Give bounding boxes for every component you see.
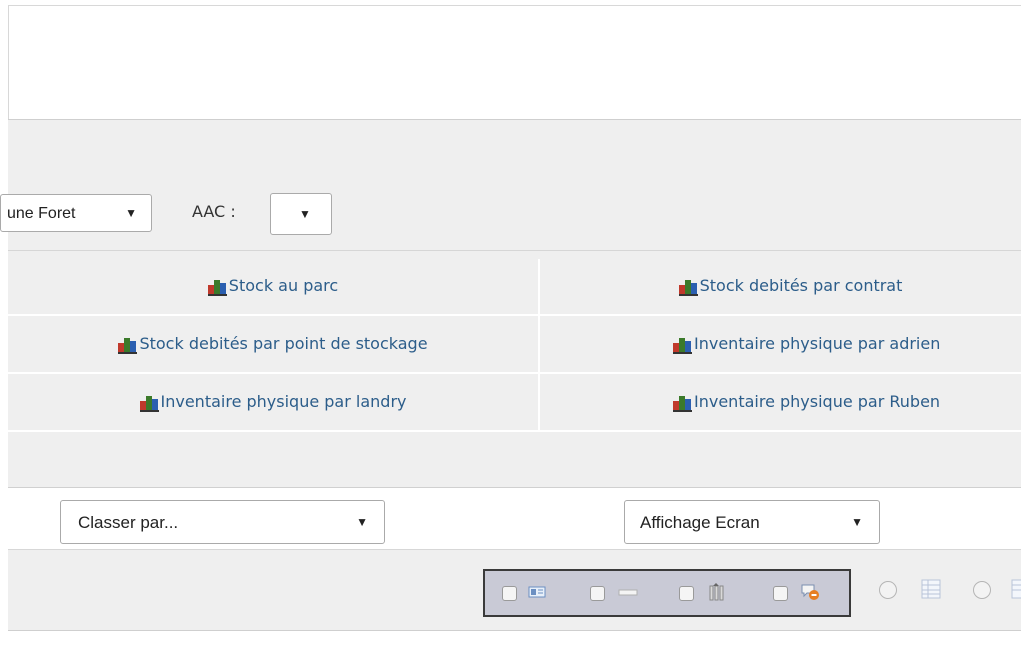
- report-link[interactable]: Stock debités par point de stockage: [118, 334, 428, 354]
- chevron-down-icon: ▼: [356, 515, 368, 529]
- bar-chart-icon: [673, 337, 693, 354]
- id-card-icon: [528, 586, 546, 598]
- bottom-strip: [8, 636, 1021, 653]
- report-link[interactable]: Inventaire physique par landry: [139, 392, 407, 412]
- columns-icon: [709, 583, 724, 601]
- report-stock-debites-contrat[interactable]: Stock debités par contrat: [540, 257, 1021, 314]
- page: une Foret ▼ AAC : ▼ Stock au parc Stock …: [0, 0, 1021, 653]
- affichage-value: Affichage Ecran: [640, 513, 760, 532]
- report-stock-au-parc[interactable]: Stock au parc: [8, 257, 538, 314]
- report-label: Inventaire physique par landry: [160, 392, 407, 411]
- bar-chart-icon: [139, 395, 160, 412]
- bar-chart-icon: [207, 279, 228, 296]
- report-label: Stock debités par contrat: [699, 276, 903, 295]
- classer-par-select[interactable]: Classer par... ▼: [60, 500, 385, 544]
- checkbox[interactable]: [679, 586, 694, 601]
- report-inventaire-adrien[interactable]: Inventaire physique par adrien: [540, 315, 1021, 372]
- bar-chart-icon: [118, 337, 138, 354]
- report-label: Inventaire physique par adrien: [694, 334, 941, 353]
- radio-option[interactable]: [879, 581, 897, 599]
- chat-stop-icon: [801, 584, 819, 600]
- filters-row: [8, 120, 1021, 251]
- affichage-select[interactable]: Affichage Ecran ▼: [624, 500, 880, 544]
- classer-par-value: Classer par...: [78, 513, 179, 532]
- report-label: Inventaire physique par Ruben: [694, 392, 941, 411]
- table-icon: [1011, 579, 1021, 599]
- report-stock-debites-point[interactable]: Stock debités par point de stockage: [8, 315, 538, 372]
- chevron-down-icon: ▼: [125, 206, 137, 220]
- chevron-down-icon: ▼: [299, 207, 311, 221]
- report-label: Stock au parc: [228, 276, 339, 295]
- table-icon: [921, 579, 941, 599]
- radio-option[interactable]: [973, 581, 991, 599]
- bar-chart-icon: [673, 395, 693, 412]
- report-label: Stock debités par point de stockage: [139, 334, 428, 353]
- report-link[interactable]: Stock debités par contrat: [678, 276, 903, 296]
- checkbox[interactable]: [502, 586, 517, 601]
- foret-select[interactable]: une Foret ▼: [0, 194, 152, 232]
- checkbox[interactable]: [773, 586, 788, 601]
- bar-icon: [618, 589, 638, 596]
- report-link[interactable]: Inventaire physique par Ruben: [673, 392, 941, 412]
- column-toolbar: [483, 569, 851, 617]
- bar-chart-icon: [678, 279, 699, 296]
- row-divider: [8, 430, 1021, 432]
- report-inventaire-ruben[interactable]: Inventaire physique par Ruben: [540, 373, 1021, 430]
- report-link[interactable]: Inventaire physique par adrien: [673, 334, 941, 354]
- chevron-down-icon: ▼: [851, 515, 863, 529]
- aac-label: AAC :: [192, 202, 236, 221]
- report-link[interactable]: Stock au parc: [207, 276, 339, 296]
- header-area: [8, 5, 1021, 120]
- aac-select[interactable]: ▼: [270, 193, 332, 235]
- checkbox[interactable]: [590, 586, 605, 601]
- foret-select-value: une Foret: [7, 205, 76, 222]
- report-inventaire-landry[interactable]: Inventaire physique par landry: [8, 373, 538, 430]
